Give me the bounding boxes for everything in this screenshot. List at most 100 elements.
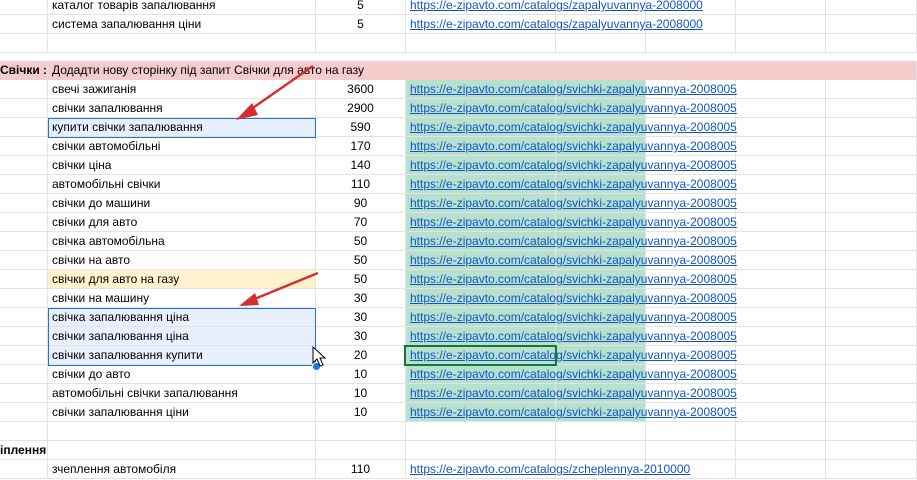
- empty-cell[interactable]: [826, 251, 917, 270]
- empty-cell[interactable]: [316, 34, 406, 53]
- empty-cell[interactable]: [736, 137, 826, 156]
- url-cell[interactable]: https://e-zipavto.com/catalog/svichki-za…: [406, 346, 737, 365]
- empty-cell[interactable]: [826, 289, 917, 308]
- empty-cell[interactable]: [826, 460, 917, 479]
- volume-cell[interactable]: 140: [316, 156, 406, 175]
- volume-cell[interactable]: 90: [316, 194, 406, 213]
- url-cell[interactable]: https://e-zipavto.com/catalog/svichki-za…: [406, 365, 737, 384]
- volume-cell[interactable]: 170: [316, 137, 406, 156]
- empty-cell[interactable]: [826, 80, 917, 99]
- empty-cell[interactable]: [736, 365, 826, 384]
- url-link[interactable]: https://e-zipavto.com/catalog/svichki-za…: [410, 253, 737, 267]
- url-link[interactable]: https://e-zipavto.com/catalog/svichki-za…: [410, 177, 737, 191]
- empty-cell[interactable]: [736, 441, 826, 460]
- url-cell[interactable]: https://e-zipavto.com/catalog/svichki-za…: [406, 403, 737, 422]
- empty-cell[interactable]: [646, 422, 736, 441]
- empty-cell[interactable]: [736, 403, 826, 422]
- keyword-cell[interactable]: каталог товарів запалювання: [48, 0, 316, 15]
- empty-cell[interactable]: [0, 80, 48, 99]
- empty-cell[interactable]: [736, 80, 826, 99]
- keyword-cell[interactable]: свічки автомобільні: [48, 137, 316, 156]
- volume-cell[interactable]: 10: [316, 384, 406, 403]
- url-link[interactable]: https://e-zipavto.com/catalog/svichki-za…: [410, 158, 737, 172]
- url-cell[interactable]: https://e-zipavto.com/catalog/svichki-za…: [406, 194, 737, 213]
- url-link[interactable]: https://e-zipavto.com/catalogs/zapalyuva…: [410, 17, 703, 31]
- url-link[interactable]: https://e-zipavto.com/catalogs/zapalyuva…: [410, 0, 703, 12]
- url-cell[interactable]: https://e-zipavto.com/catalog/svichki-za…: [406, 232, 737, 251]
- empty-cell[interactable]: [826, 365, 917, 384]
- empty-cell[interactable]: [736, 232, 826, 251]
- keyword-cell[interactable]: свічка автомобільна: [48, 232, 316, 251]
- volume-cell[interactable]: 30: [316, 327, 406, 346]
- empty-cell[interactable]: [0, 403, 48, 422]
- empty-cell[interactable]: [826, 441, 917, 460]
- url-link[interactable]: https://e-zipavto.com/catalog/svichki-za…: [410, 405, 737, 419]
- url-cell[interactable]: https://e-zipavto.com/catalog/svichki-za…: [406, 175, 737, 194]
- keyword-cell[interactable]: автомобільні свічки: [48, 175, 316, 194]
- empty-cell[interactable]: [0, 422, 48, 441]
- empty-cell[interactable]: [316, 441, 406, 460]
- volume-cell[interactable]: 110: [316, 460, 406, 479]
- section-label[interactable]: іплення: [0, 441, 48, 460]
- empty-cell[interactable]: [826, 232, 917, 251]
- empty-cell[interactable]: [556, 422, 646, 441]
- empty-cell[interactable]: [826, 175, 917, 194]
- empty-cell[interactable]: [736, 213, 826, 232]
- empty-cell[interactable]: [826, 194, 917, 213]
- empty-cell[interactable]: [826, 99, 917, 118]
- empty-cell[interactable]: [0, 460, 48, 479]
- empty-cell[interactable]: [406, 422, 556, 441]
- empty-cell[interactable]: [736, 289, 826, 308]
- empty-cell[interactable]: [826, 137, 917, 156]
- empty-cell[interactable]: [736, 118, 826, 137]
- url-link[interactable]: https://e-zipavto.com/catalog/svichki-za…: [410, 348, 737, 362]
- volume-cell[interactable]: 50: [316, 270, 406, 289]
- empty-cell[interactable]: [556, 34, 646, 53]
- volume-cell[interactable]: 3600: [316, 80, 406, 99]
- empty-cell[interactable]: [0, 232, 48, 251]
- empty-cell[interactable]: [736, 99, 826, 118]
- url-cell[interactable]: https://e-zipavto.com/catalogs/zapalyuva…: [406, 0, 703, 15]
- keyword-cell[interactable]: свічки запалювання купити: [48, 346, 316, 365]
- empty-cell[interactable]: [0, 15, 48, 34]
- keyword-cell[interactable]: свічки запалювання ціни: [48, 403, 316, 422]
- keyword-cell[interactable]: купити свічки запалювання: [48, 118, 316, 137]
- empty-cell[interactable]: [0, 365, 48, 384]
- volume-cell[interactable]: 20: [316, 346, 406, 365]
- empty-cell[interactable]: [316, 422, 406, 441]
- empty-cell[interactable]: [736, 15, 826, 34]
- empty-cell[interactable]: [646, 34, 736, 53]
- empty-cell[interactable]: [826, 346, 917, 365]
- url-link[interactable]: https://e-zipavto.com/catalog/svichki-za…: [410, 386, 737, 400]
- url-cell[interactable]: https://e-zipavto.com/catalog/svichki-za…: [406, 251, 737, 270]
- section-label[interactable]: Свічки :: [0, 61, 48, 80]
- empty-cell[interactable]: [556, 441, 646, 460]
- empty-cell[interactable]: [646, 441, 736, 460]
- keyword-cell[interactable]: свічки запалювання: [48, 99, 316, 118]
- empty-cell[interactable]: [826, 15, 917, 34]
- empty-cell[interactable]: [0, 308, 48, 327]
- url-link[interactable]: https://e-zipavto.com/catalog/svichki-za…: [410, 234, 737, 248]
- volume-cell[interactable]: 2900: [316, 99, 406, 118]
- empty-cell[interactable]: [0, 289, 48, 308]
- volume-cell[interactable]: 110: [316, 175, 406, 194]
- keyword-cell[interactable]: свічки до машини: [48, 194, 316, 213]
- volume-cell[interactable]: 5: [316, 15, 406, 34]
- empty-cell[interactable]: [0, 137, 48, 156]
- url-link[interactable]: https://e-zipavto.com/catalogs/zcheplenn…: [410, 462, 690, 476]
- keyword-cell[interactable]: свічки на авто: [48, 251, 316, 270]
- url-link[interactable]: https://e-zipavto.com/catalog/svichki-za…: [410, 196, 737, 210]
- url-link[interactable]: https://e-zipavto.com/catalog/svichki-za…: [410, 272, 737, 286]
- keyword-cell[interactable]: зчеплення автомобіля: [48, 460, 316, 479]
- section-note[interactable]: Додадти нову сторінку під запит Свічки д…: [48, 61, 917, 80]
- empty-cell[interactable]: [0, 34, 48, 53]
- empty-cell[interactable]: [0, 118, 48, 137]
- url-cell[interactable]: https://e-zipavto.com/catalog/svichki-za…: [406, 384, 737, 403]
- url-cell[interactable]: https://e-zipavto.com/catalog/svichki-za…: [406, 156, 737, 175]
- empty-cell[interactable]: [826, 422, 917, 441]
- empty-cell[interactable]: [826, 308, 917, 327]
- empty-cell[interactable]: [0, 99, 48, 118]
- url-cell[interactable]: https://e-zipavto.com/catalog/svichki-za…: [406, 137, 737, 156]
- url-link[interactable]: https://e-zipavto.com/catalog/svichki-za…: [410, 291, 737, 305]
- volume-cell[interactable]: 10: [316, 365, 406, 384]
